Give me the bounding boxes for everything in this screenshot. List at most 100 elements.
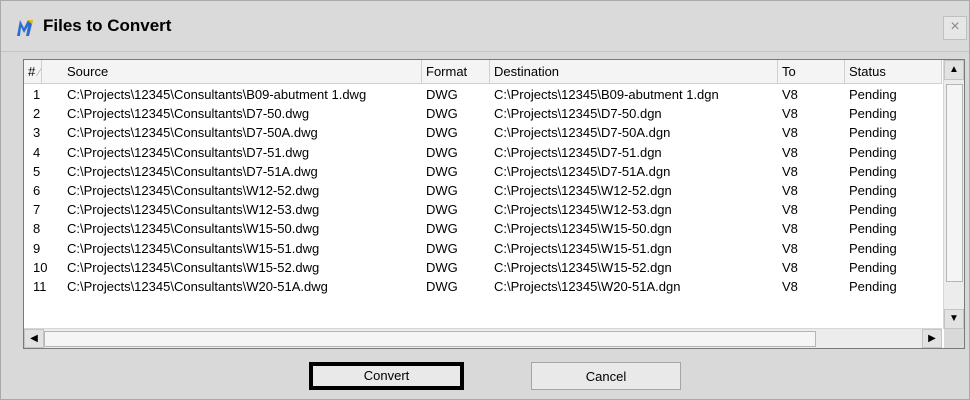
- cell-num: 1: [33, 87, 41, 102]
- convert-button[interactable]: Convert: [309, 362, 464, 390]
- cell-status: Pending: [849, 125, 897, 141]
- cell-source: C:\Projects\12345\Consultants\D7-51.dwg: [67, 144, 310, 160]
- scroll-left-button[interactable]: ◀: [24, 329, 44, 348]
- cell-format: DWG: [426, 87, 458, 102]
- cell-destination: C:\Projects\12345\W12-53.dgn: [494, 202, 672, 218]
- cell-destination: C:\Projects\12345\W20-51A.dgn: [494, 278, 681, 294]
- cell-source: C:\Projects\12345\Consultants\D7-50.dwg: [67, 106, 310, 122]
- close-icon: ×: [950, 18, 960, 35]
- cell-num: 4: [33, 144, 41, 160]
- cell-source: C:\Projects\12345\Consultants\W20-51A.dw…: [67, 278, 328, 294]
- files-table: # ⁄ Source Format Destination To Status 1…: [23, 59, 965, 349]
- scroll-down-button[interactable]: ▼: [944, 309, 964, 329]
- cell-status: Pending: [849, 221, 897, 237]
- cell-status: Pending: [849, 202, 897, 218]
- horizontal-scrollbar[interactable]: ◀ ▶: [24, 328, 942, 348]
- close-button[interactable]: ×: [943, 16, 967, 40]
- cell-status: Pending: [849, 87, 897, 102]
- cell-num: 2: [33, 106, 41, 122]
- scroll-right-button[interactable]: ▶: [922, 329, 942, 348]
- cell-to: V8: [782, 259, 798, 275]
- sort-indicator-icon: ⁄: [38, 67, 41, 79]
- table-body: 1 C:\Projects\12345\Consultants\B09-abutm…: [24, 85, 942, 296]
- cell-to: V8: [782, 125, 798, 141]
- vertical-scroll-thumb[interactable]: [946, 84, 963, 282]
- cell-destination: C:\Projects\12345\W15-52.dgn: [494, 259, 672, 275]
- table-row[interactable]: 7 C:\Projects\12345\Consultants\W12-53.dw…: [24, 200, 942, 219]
- cell-source: C:\Projects\12345\Consultants\D7-50A.dwg: [67, 125, 318, 141]
- horizontal-scroll-thumb[interactable]: [44, 331, 816, 347]
- cell-num: 7: [33, 202, 41, 218]
- cell-to: V8: [782, 240, 798, 256]
- cell-status: Pending: [849, 278, 897, 294]
- cell-destination: C:\Projects\12345\D7-51.dgn: [494, 144, 662, 160]
- table-row[interactable]: 10 C:\Projects\12345\Consultants\W15-52.d…: [24, 258, 942, 277]
- cell-destination: C:\Projects\12345\W15-50.dgn: [494, 221, 672, 237]
- cell-status: Pending: [849, 144, 897, 160]
- cell-to: V8: [782, 202, 798, 218]
- cell-source: C:\Projects\12345\Consultants\D7-51A.dwg: [67, 163, 318, 179]
- dialog-title: Files to Convert: [43, 16, 172, 35]
- cell-num: 10: [33, 259, 48, 275]
- cell-format: DWG: [426, 106, 458, 122]
- table-row[interactable]: 6 C:\Projects\12345\Consultants\W12-52.dw…: [24, 181, 942, 200]
- cell-format: DWG: [426, 144, 458, 160]
- scroll-down-icon: ▼: [949, 313, 959, 324]
- cell-destination: C:\Projects\12345\D7-50.dgn: [494, 106, 662, 122]
- cell-status: Pending: [849, 106, 897, 122]
- scroll-left-icon: ◀: [30, 333, 38, 344]
- title-bar: Files to Convert ×: [1, 1, 969, 52]
- cell-source: C:\Projects\12345\Consultants\W12-52.dwg: [67, 182, 320, 198]
- cell-to: V8: [782, 163, 798, 179]
- cell-to: V8: [782, 106, 798, 122]
- column-header-to[interactable]: To: [778, 60, 845, 83]
- column-header-format[interactable]: Format: [422, 60, 490, 83]
- vertical-scrollbar[interactable]: ▲ ▼: [943, 60, 964, 329]
- cell-status: Pending: [849, 240, 897, 256]
- cell-destination: C:\Projects\12345\W12-52.dgn: [494, 182, 672, 198]
- table-row[interactable]: 2 C:\Projects\12345\Consultants\D7-50.dwg…: [24, 104, 942, 123]
- cell-source: C:\Projects\12345\Consultants\W15-52.dwg: [67, 259, 320, 275]
- cell-destination: C:\Projects\12345\D7-50A.dgn: [494, 125, 671, 141]
- cell-destination: C:\Projects\12345\D7-51A.dgn: [494, 163, 671, 179]
- cell-num: 3: [33, 125, 41, 141]
- cell-format: DWG: [426, 125, 458, 141]
- cell-source: C:\Projects\12345\Consultants\B09-abutme…: [67, 87, 367, 102]
- cell-num: 11: [33, 278, 47, 294]
- table-row[interactable]: 1 C:\Projects\12345\Consultants\B09-abutm…: [24, 85, 942, 104]
- scroll-right-icon: ▶: [928, 333, 936, 344]
- table-row[interactable]: 9 C:\Projects\12345\Consultants\W15-51.dw…: [24, 239, 942, 258]
- cell-to: V8: [782, 182, 798, 198]
- cell-format: DWG: [426, 202, 458, 218]
- cell-format: DWG: [426, 163, 458, 179]
- cell-status: Pending: [849, 163, 897, 179]
- cell-format: DWG: [426, 278, 458, 294]
- table-row[interactable]: 4 C:\Projects\12345\Consultants\D7-51.dwg…: [24, 143, 942, 162]
- cell-source: C:\Projects\12345\Consultants\W15-50.dwg: [67, 221, 320, 237]
- table-row[interactable]: 11 C:\Projects\12345\Consultants\W20-51A.…: [24, 277, 942, 296]
- cell-format: DWG: [426, 221, 458, 237]
- cell-num: 6: [33, 182, 41, 198]
- cell-num: 8: [33, 221, 41, 237]
- scroll-up-button[interactable]: ▲: [944, 60, 964, 80]
- cell-status: Pending: [849, 259, 897, 275]
- cell-status: Pending: [849, 182, 897, 198]
- cell-to: V8: [782, 221, 798, 237]
- scroll-up-icon: ▲: [949, 64, 959, 75]
- column-header-source[interactable]: Source: [63, 60, 422, 83]
- cell-format: DWG: [426, 182, 458, 198]
- cancel-button[interactable]: Cancel: [531, 362, 681, 390]
- cell-to: V8: [782, 144, 798, 160]
- cell-format: DWG: [426, 259, 458, 275]
- table-header: # ⁄ Source Format Destination To Status: [24, 60, 942, 84]
- column-header-num[interactable]: # ⁄: [24, 60, 42, 83]
- cell-to: V8: [782, 87, 798, 102]
- scrollbar-corner: [944, 329, 964, 348]
- table-row[interactable]: 8 C:\Projects\12345\Consultants\W15-50.dw…: [24, 219, 942, 238]
- app-logo-icon: [17, 20, 33, 36]
- table-row[interactable]: 5 C:\Projects\12345\Consultants\D7-51A.dw…: [24, 162, 942, 181]
- column-header-status[interactable]: Status: [845, 60, 942, 83]
- column-header-destination[interactable]: Destination: [490, 60, 778, 83]
- files-to-convert-dialog: Files to Convert × # ⁄ Source Format Dest…: [0, 0, 970, 400]
- table-row[interactable]: 3 C:\Projects\12345\Consultants\D7-50A.dw…: [24, 123, 942, 142]
